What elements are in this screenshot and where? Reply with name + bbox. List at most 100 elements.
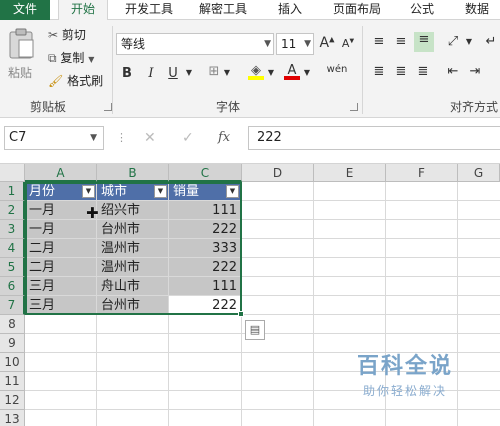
tab-formulas[interactable]: 公式	[400, 0, 444, 20]
row-header-7[interactable]: 7	[0, 296, 25, 315]
table-cell[interactable]: 三月	[25, 296, 97, 315]
row-header-11[interactable]: 11	[0, 372, 25, 391]
row-header-8[interactable]: 8	[0, 315, 25, 334]
font-name-select[interactable]: 等线 ▼	[116, 33, 274, 55]
paint-bucket-icon: ◈	[251, 63, 261, 78]
orientation-icon[interactable]: ⤢	[444, 34, 462, 49]
select-all-corner[interactable]	[0, 164, 25, 182]
table-cell[interactable]: 二月	[25, 239, 97, 258]
align-top-icon[interactable]: ≡	[370, 34, 388, 49]
cancel-icon[interactable]: ✕	[144, 130, 156, 146]
tab-insert[interactable]: 插入	[268, 0, 312, 20]
row-header-13[interactable]: 13	[0, 410, 25, 426]
table-cell[interactable]: 222	[169, 258, 242, 277]
name-box-value: C7	[9, 130, 27, 145]
table-cell[interactable]: 一月	[25, 220, 97, 239]
italic-button[interactable]: I	[144, 66, 158, 81]
chevron-down-icon[interactable]: ▼	[266, 68, 276, 77]
wrap-text-icon[interactable]: ↵	[482, 34, 500, 49]
row-header-5[interactable]: 5	[0, 258, 25, 277]
formula-input[interactable]: 222	[248, 126, 500, 150]
table-cell[interactable]: 温州市	[97, 239, 169, 258]
column-header-c[interactable]: C	[169, 164, 242, 182]
chevron-down-icon[interactable]: ▼	[222, 68, 232, 77]
table-cell[interactable]: 三月	[25, 277, 97, 296]
fill-handle[interactable]	[238, 311, 244, 317]
tab-home[interactable]: 开始	[58, 0, 108, 21]
decrease-indent-icon[interactable]: ⇤	[444, 64, 462, 79]
row-header-1[interactable]: 1	[0, 182, 25, 201]
caret-up-icon: ▲	[329, 35, 335, 44]
table-cell[interactable]: 温州市	[97, 258, 169, 277]
table-cell[interactable]: 111	[169, 277, 242, 296]
insert-function-button[interactable]: fx	[218, 130, 230, 145]
border-icon[interactable]: ⊞	[206, 64, 222, 79]
row-header-4[interactable]: 4	[0, 239, 25, 258]
column-header-e[interactable]: E	[314, 164, 386, 182]
column-header-b[interactable]: B	[97, 164, 169, 182]
tab-decrypt-tools[interactable]: 解密工具	[190, 0, 256, 20]
copy-icon: ⧉	[48, 51, 57, 65]
more-options-icon[interactable]: ⋮	[116, 131, 127, 144]
alignment-group-label: 对齐方式	[450, 100, 499, 114]
row-header-3[interactable]: 3	[0, 220, 25, 239]
phonetic-button[interactable]: wén	[326, 64, 348, 75]
font-size-select[interactable]: 11 ▼	[276, 33, 314, 55]
active-cell[interactable]: 222	[169, 296, 242, 315]
chevron-down-icon[interactable]: ▼	[184, 68, 194, 77]
filter-dropdown-icon[interactable]: ▼	[154, 185, 167, 198]
row-header-9[interactable]: 9	[0, 334, 25, 353]
filter-dropdown-icon[interactable]: ▼	[82, 185, 95, 198]
paste-button[interactable]: 粘贴	[4, 26, 40, 86]
row-header-12[interactable]: 12	[0, 391, 25, 410]
chevron-down-icon[interactable]: ▼	[302, 68, 312, 77]
paste-label: 粘贴	[8, 66, 33, 80]
row-header-10[interactable]: 10	[0, 353, 25, 372]
font-color-button[interactable]: A	[284, 63, 300, 80]
table-header-label: 月份	[29, 184, 56, 199]
table-cell[interactable]: 二月	[25, 258, 97, 277]
increase-indent-icon[interactable]: ⇥	[466, 64, 484, 79]
table-cell[interactable]: 舟山市	[97, 277, 169, 296]
watermark-title: 百科全说	[356, 354, 453, 379]
align-bottom-icon[interactable]: ≡	[414, 32, 434, 52]
chevron-down-icon[interactable]: ▼	[464, 37, 474, 46]
phonetic-label: wén	[326, 64, 348, 75]
quick-analysis-icon[interactable]: ▤	[245, 320, 265, 340]
column-header-g[interactable]: G	[458, 164, 500, 182]
column-header-a[interactable]: A	[25, 164, 97, 182]
name-box[interactable]: C7 ▼	[4, 126, 104, 150]
enter-icon[interactable]: ✓	[182, 130, 194, 146]
filter-dropdown-icon[interactable]: ▼	[226, 185, 239, 198]
brush-icon: 🖌	[48, 74, 64, 88]
format-painter-button[interactable]: 🖌 格式刷	[48, 72, 103, 90]
tab-developer[interactable]: 开发工具	[116, 0, 182, 20]
cut-button[interactable]: ✂ 剪切	[48, 26, 86, 44]
tab-data[interactable]: 数据	[454, 0, 500, 20]
table-cell[interactable]: 台州市	[97, 220, 169, 239]
shrink-font-button[interactable]: A▼	[340, 37, 356, 50]
row-header-2[interactable]: 2	[0, 201, 25, 220]
fill-color-button[interactable]: ◈	[248, 63, 264, 80]
column-header-f[interactable]: F	[386, 164, 458, 182]
tab-file[interactable]: 文件	[0, 0, 50, 20]
copy-button[interactable]: ⧉ 复制 ▼	[48, 49, 94, 67]
bold-button[interactable]: B	[120, 66, 134, 81]
font-launcher-icon[interactable]	[350, 103, 358, 111]
clipboard-launcher-icon[interactable]	[104, 103, 112, 111]
underline-button[interactable]: U	[166, 66, 180, 81]
watermark-logo: 百科全说 助你轻松解决	[340, 348, 470, 399]
table-cell[interactable]: 333	[169, 239, 242, 258]
tab-page-layout[interactable]: 页面布局	[324, 0, 390, 20]
table-cell[interactable]: 绍兴市	[97, 201, 169, 220]
align-middle-icon[interactable]: ≡	[392, 34, 410, 49]
row-header-6[interactable]: 6	[0, 277, 25, 296]
align-center-icon[interactable]: ≣	[392, 64, 410, 79]
table-cell[interactable]: 台州市	[97, 296, 169, 315]
grow-font-button[interactable]: A▲	[318, 35, 336, 51]
align-left-icon[interactable]: ≣	[370, 64, 388, 79]
table-cell[interactable]: 111	[169, 201, 242, 220]
align-right-icon[interactable]: ≣	[414, 64, 432, 79]
table-cell[interactable]: 222	[169, 220, 242, 239]
column-header-d[interactable]: D	[242, 164, 314, 182]
